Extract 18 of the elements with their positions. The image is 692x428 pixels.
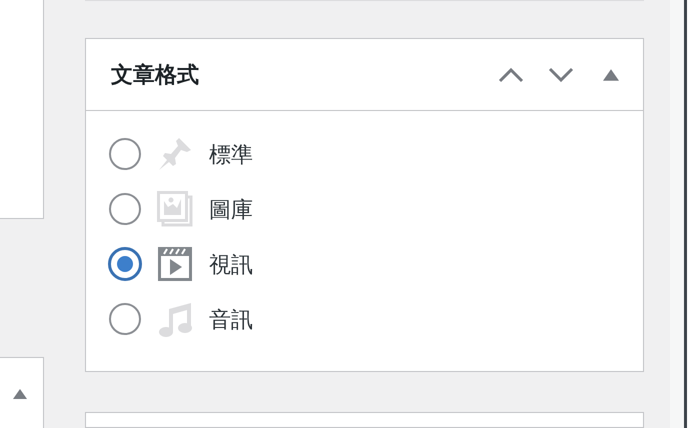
radio-button[interactable]: [109, 303, 141, 335]
triangle-icon: [603, 68, 619, 80]
clapperboard-icon: [157, 246, 193, 282]
format-label: 標準: [209, 140, 253, 168]
images-icon: [157, 191, 193, 227]
radio-button[interactable]: [109, 193, 141, 225]
format-label: 視訊: [209, 250, 253, 278]
chevron-down-icon: [548, 66, 574, 82]
radio-button[interactable]: [109, 138, 141, 170]
chevron-up-icon: [498, 66, 524, 82]
format-label: 音訊: [209, 306, 253, 334]
format-label: 圖庫: [209, 196, 253, 224]
panel-title: 文章格式: [111, 61, 199, 89]
triangle-icon: [12, 389, 28, 399]
music-note-icon: [157, 301, 193, 337]
pin-icon: [157, 136, 193, 172]
radio-button[interactable]: [108, 247, 142, 281]
collapse-toggle[interactable]: [12, 388, 28, 400]
